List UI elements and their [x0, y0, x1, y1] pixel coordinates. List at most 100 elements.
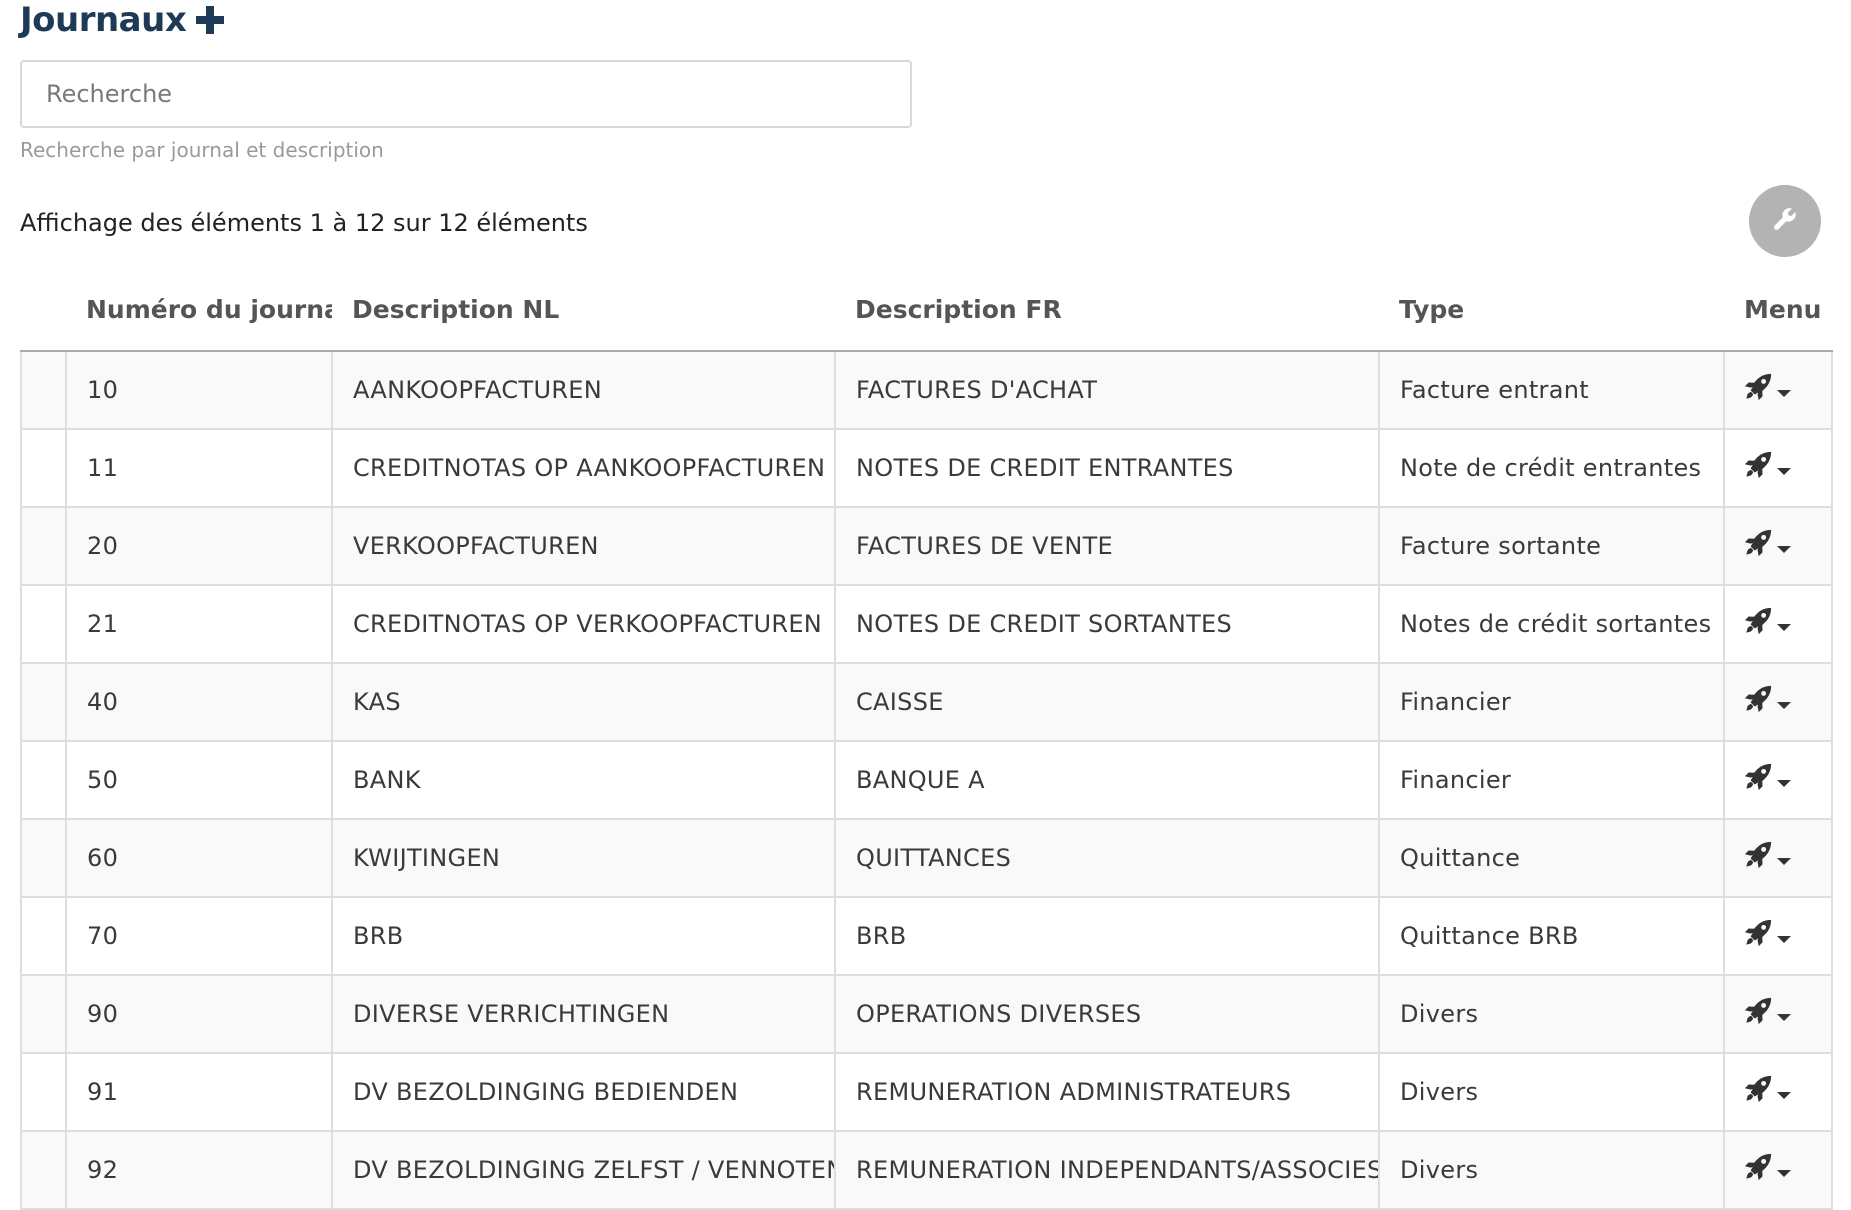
row-select-cell[interactable]	[20, 428, 67, 508]
journal-number-cell: 92	[65, 1130, 333, 1210]
row-menu-cell	[1723, 818, 1833, 898]
type-cell: Financier	[1378, 740, 1725, 820]
rocket-icon	[1743, 762, 1773, 798]
row-menu-button[interactable]	[1743, 840, 1791, 876]
row-select-cell[interactable]	[20, 350, 67, 430]
settings-button[interactable]	[1749, 185, 1821, 257]
description-nl-cell: VERKOOPFACTUREN	[331, 506, 836, 586]
row-select-cell[interactable]	[20, 584, 67, 664]
description-nl-cell: CREDITNOTAS OP AANKOOPFACTUREN	[331, 428, 836, 508]
row-select-cell[interactable]	[20, 506, 67, 586]
column-header-description-nl[interactable]: Description NL	[332, 268, 835, 352]
row-menu-button[interactable]	[1743, 450, 1791, 486]
table-row[interactable]: 21 CREDITNOTAS OP VERKOOPFACTUREN NOTES DE…	[20, 584, 1833, 664]
row-select-cell[interactable]	[20, 1130, 67, 1210]
column-header-menu: Menu	[1724, 268, 1832, 352]
row-select-cell[interactable]	[20, 662, 67, 742]
column-header-description-fr[interactable]: Description FR	[835, 268, 1379, 352]
description-nl-cell: DIVERSE VERRICHTINGEN	[331, 974, 836, 1054]
description-fr-cell: REMUNERATION ADMINISTRATEURS	[834, 1052, 1380, 1132]
journal-number-cell: 40	[65, 662, 333, 742]
table-row[interactable]: 11 CREDITNOTAS OP AANKOOPFACTUREN NOTES DE…	[20, 428, 1833, 508]
type-cell: Divers	[1378, 974, 1725, 1054]
caret-down-icon	[1777, 1000, 1791, 1028]
table-row[interactable]: 92 DV BEZOLDINGING ZELFST / VENNOTEN REMUN…	[20, 1130, 1833, 1210]
column-header-number[interactable]: Numéro du journal	[66, 268, 332, 352]
rocket-icon	[1743, 1152, 1773, 1188]
caret-down-icon	[1777, 1078, 1791, 1106]
page-title: Journaux	[20, 0, 187, 40]
description-nl-cell: BRB	[331, 896, 836, 976]
description-nl-cell: DV BEZOLDINGING ZELFST / VENNOTEN	[331, 1130, 836, 1210]
row-menu-button[interactable]	[1743, 528, 1791, 564]
row-select-cell[interactable]	[20, 818, 67, 898]
journals-table: Numéro du journal Description NL Descrip…	[20, 268, 1833, 1210]
search-input[interactable]	[20, 60, 912, 128]
description-nl-cell: AANKOOPFACTUREN	[331, 350, 836, 430]
caret-down-icon	[1777, 454, 1791, 482]
type-cell: Quittance	[1378, 818, 1725, 898]
row-menu-button[interactable]	[1743, 1074, 1791, 1110]
table-row[interactable]: 70 BRB BRB Quittance BRB	[20, 896, 1833, 976]
table-row[interactable]: 50 BANK BANQUE A Financier	[20, 740, 1833, 820]
type-cell: Notes de crédit sortantes	[1378, 584, 1725, 664]
row-menu-cell	[1723, 428, 1833, 508]
row-select-cell[interactable]	[20, 1052, 67, 1132]
journal-number-cell: 70	[65, 896, 333, 976]
description-nl-cell: KAS	[331, 662, 836, 742]
type-cell: Divers	[1378, 1052, 1725, 1132]
journal-number-cell: 21	[65, 584, 333, 664]
table-row[interactable]: 91 DV BEZOLDINGING BEDIENDEN REMUNERATION …	[20, 1052, 1833, 1132]
description-nl-cell: DV BEZOLDINGING BEDIENDEN	[331, 1052, 836, 1132]
rocket-icon	[1743, 450, 1773, 486]
row-menu-cell	[1723, 506, 1833, 586]
description-fr-cell: FACTURES D'ACHAT	[834, 350, 1380, 430]
row-select-cell[interactable]	[20, 974, 67, 1054]
row-menu-cell	[1723, 974, 1833, 1054]
page-header: Journaux	[20, 0, 226, 40]
caret-down-icon	[1777, 922, 1791, 950]
table-row[interactable]: 60 KWIJTINGEN QUITTANCES Quittance	[20, 818, 1833, 898]
rocket-icon	[1743, 528, 1773, 564]
journal-number-cell: 50	[65, 740, 333, 820]
results-info: Affichage des éléments 1 à 12 sur 12 élé…	[20, 209, 588, 237]
description-fr-cell: QUITTANCES	[834, 818, 1380, 898]
description-fr-cell: OPERATIONS DIVERSES	[834, 974, 1380, 1054]
rocket-icon	[1743, 840, 1773, 876]
table-row[interactable]: 10 AANKOOPFACTUREN FACTURES D'ACHAT Facture…	[20, 350, 1833, 430]
journal-number-cell: 10	[65, 350, 333, 430]
caret-down-icon	[1777, 688, 1791, 716]
row-menu-cell	[1723, 662, 1833, 742]
type-cell: Note de crédit entrantes	[1378, 428, 1725, 508]
row-menu-cell	[1723, 350, 1833, 430]
table-row[interactable]: 90 DIVERSE VERRICHTINGEN OPERATIONS DIVERS…	[20, 974, 1833, 1054]
plus-icon[interactable]	[194, 4, 226, 36]
rocket-icon	[1743, 606, 1773, 642]
description-fr-cell: FACTURES DE VENTE	[834, 506, 1380, 586]
caret-down-icon	[1777, 376, 1791, 404]
row-menu-button[interactable]	[1743, 918, 1791, 954]
row-menu-cell	[1723, 1130, 1833, 1210]
row-menu-button[interactable]	[1743, 606, 1791, 642]
caret-down-icon	[1777, 844, 1791, 872]
row-menu-button[interactable]	[1743, 372, 1791, 408]
search-help-text: Recherche par journal et description	[20, 138, 384, 162]
journal-number-cell: 90	[65, 974, 333, 1054]
row-select-cell[interactable]	[20, 896, 67, 976]
caret-down-icon	[1777, 610, 1791, 638]
row-menu-button[interactable]	[1743, 1152, 1791, 1188]
table-body: 10 AANKOOPFACTUREN FACTURES D'ACHAT Facture…	[20, 350, 1833, 1210]
description-fr-cell: CAISSE	[834, 662, 1380, 742]
type-cell: Financier	[1378, 662, 1725, 742]
row-menu-button[interactable]	[1743, 684, 1791, 720]
description-fr-cell: NOTES DE CREDIT SORTANTES	[834, 584, 1380, 664]
row-select-cell[interactable]	[20, 740, 67, 820]
rocket-icon	[1743, 372, 1773, 408]
type-cell: Divers	[1378, 1130, 1725, 1210]
table-row[interactable]: 20 VERKOOPFACTUREN FACTURES DE VENTE Factur…	[20, 506, 1833, 586]
row-menu-button[interactable]	[1743, 762, 1791, 798]
journal-number-cell: 60	[65, 818, 333, 898]
row-menu-button[interactable]	[1743, 996, 1791, 1032]
table-row[interactable]: 40 KAS CAISSE Financier	[20, 662, 1833, 742]
column-header-type[interactable]: Type	[1379, 268, 1724, 352]
